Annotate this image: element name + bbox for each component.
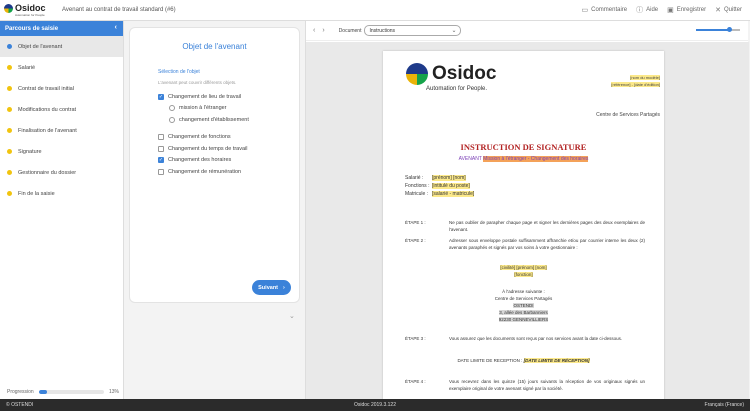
- deadline-line: DATE LIMITE DE RECEPTION : [DATE LIMITE …: [457, 358, 590, 363]
- logo-mark-icon: [4, 3, 13, 13]
- checkbox-checked-icon[interactable]: ✓: [158, 157, 164, 164]
- document-viewer: ‹ › Document Instructions ⌄ Osidoc Autom…: [305, 21, 749, 399]
- model-name-field: [nom du modèle]: [630, 75, 660, 80]
- progress-text: 13%: [108, 389, 119, 395]
- options-list: ✓ Changement de lieu de travail mission à…: [158, 91, 299, 178]
- section-label: Sélection de l'objet: [158, 69, 200, 75]
- step-4: ÉTAPE 4 : Vous recevrez dans les quinze …: [405, 379, 645, 391]
- progress-bar: [38, 390, 104, 394]
- help-icon: ⓘ: [636, 7, 644, 14]
- progress-label: Progression: [7, 389, 34, 395]
- option-lieu-travail[interactable]: ✓ Changement de lieu de travail: [158, 91, 299, 103]
- option-mission-etranger[interactable]: mission à l'étranger: [169, 103, 299, 115]
- comment-button[interactable]: ▭ Commentaire: [581, 6, 627, 14]
- address-block: À l'adresse suivante : Centre de Service…: [494, 289, 553, 322]
- step-2: ÉTAPE 2 : Adresser sous enveloppe postal…: [405, 238, 645, 250]
- viewer-toolbar: ‹ › Document Instructions ⌄: [306, 21, 748, 41]
- employee-fields: Salarié : [prénom] [nom] Fonctions : [inti…: [405, 175, 475, 197]
- document-page: Osidoc Automation for People. [nom du mo…: [383, 51, 664, 399]
- radio-icon[interactable]: [169, 105, 175, 112]
- status-dot-icon: [7, 149, 12, 154]
- footer-version: Osidoc 2019.3.122: [354, 402, 396, 408]
- next-arrow-icon[interactable]: ›: [322, 27, 324, 34]
- comment-icon: ▭: [581, 7, 589, 14]
- prev-arrow-icon[interactable]: ‹: [313, 27, 315, 34]
- sidebar-item-contrat-initial[interactable]: Contrat de travail initial: [0, 78, 123, 99]
- checkbox-icon[interactable]: [158, 168, 164, 175]
- status-dot-icon: [7, 65, 12, 70]
- zoom-handle[interactable]: [726, 27, 732, 32]
- form-panel: Objet de l'avenant Sélection de l'objet …: [129, 27, 300, 303]
- sidebar-item-signature[interactable]: Signature: [0, 141, 123, 162]
- chevron-down-icon: ⌄: [451, 28, 457, 34]
- chevron-down-icon[interactable]: ⌄: [289, 312, 295, 320]
- sidebar-item-objet[interactable]: Objet de l'avenant: [0, 36, 123, 57]
- status-dot-icon: [7, 107, 12, 112]
- document-label: Document: [338, 27, 362, 34]
- step-1: ÉTAPE 1 : Ne pas oublier de parapher cha…: [405, 220, 645, 232]
- top-actions: ▭ Commentaire ⓘ Aide ▣ Enregistrer ✕ Qui…: [572, 5, 742, 15]
- page-brand: Osidoc Automation for People.: [406, 63, 496, 92]
- logo-text: Osidoc: [15, 3, 46, 13]
- status-dot-icon: [7, 191, 12, 196]
- brand-name: Osidoc: [432, 63, 497, 84]
- document-scroll-area[interactable]: Osidoc Automation for People. [nom du mo…: [306, 42, 749, 399]
- checkbox-icon[interactable]: [158, 134, 164, 141]
- exit-icon: ✕: [715, 7, 721, 14]
- brand-logo-icon: [406, 63, 428, 85]
- gestionnaire-block: [civilité] [prénom] [nom] [fonction]: [500, 265, 547, 277]
- sidebar-item-gestionnaire[interactable]: Gestionnaire du dossier: [0, 162, 123, 183]
- sidebar-item-finalisation[interactable]: Finalisation de l'avenant: [0, 120, 123, 141]
- zoom-fill: [696, 29, 729, 31]
- status-dot-icon: [7, 44, 12, 49]
- footer: © OSTENDI Osidoc 2019.3.122 Français (Fr…: [0, 399, 750, 411]
- progress-fill: [38, 390, 48, 394]
- save-icon: ▣: [667, 7, 674, 14]
- option-horaires[interactable]: ✓ Changement des horaires: [158, 155, 299, 167]
- sidebar-item-salarie[interactable]: Salarié: [0, 57, 123, 78]
- save-button[interactable]: ▣ Enregistrer: [667, 6, 706, 14]
- help-button[interactable]: ⓘ Aide: [636, 5, 658, 15]
- zoom-slider[interactable]: [696, 27, 740, 32]
- option-fonctions[interactable]: Changement de fonctions: [158, 132, 299, 144]
- status-dot-icon: [7, 86, 12, 91]
- document-title: Avenant au contrat de travail standard (…: [62, 7, 176, 13]
- page-title: INSTRUCTION DE SIGNATURE: [460, 142, 587, 152]
- checkbox-icon[interactable]: [158, 145, 164, 152]
- option-remuneration[interactable]: Changement de rémunération: [158, 166, 299, 178]
- section-hint: L'avenant peut couvrir différents objets…: [158, 80, 237, 85]
- document-select[interactable]: Instructions ⌄: [364, 25, 462, 36]
- doc-meta: [nom du modèle] [référence] - [date d'éd…: [611, 74, 660, 88]
- status-dot-icon: [7, 170, 12, 175]
- option-changement-etablissement[interactable]: changement d'établissement: [169, 114, 299, 126]
- top-bar: Osidoc Automation for People Avenant au …: [0, 0, 750, 21]
- checkbox-checked-icon[interactable]: ✓: [158, 93, 164, 100]
- chevron-right-icon: ›: [283, 284, 285, 291]
- page-subtitle: AVENANT Mission à l'étranger - Changemen…: [458, 156, 589, 162]
- status-dot-icon: [7, 128, 12, 133]
- collapse-chevron-icon[interactable]: ‹: [115, 24, 117, 31]
- next-button[interactable]: Suivant ›: [252, 280, 291, 295]
- option-temps-travail[interactable]: Changement du temps de travail: [158, 143, 299, 155]
- exit-button[interactable]: ✕ Quitter: [715, 6, 742, 14]
- sidebar-item-fin[interactable]: Fin de la saisie: [0, 183, 123, 204]
- logo-tagline: Automation for People: [15, 13, 45, 17]
- app-logo[interactable]: Osidoc Automation for People: [4, 3, 52, 17]
- sidebar-title: Parcours de saisie: [5, 25, 59, 32]
- brand-tagline: Automation for People.: [426, 86, 488, 92]
- progress: Progression 13%: [7, 389, 119, 395]
- form-title: Objet de l'avenant: [182, 42, 247, 51]
- radio-icon[interactable]: [169, 116, 175, 123]
- sidebar: Parcours de saisie ‹ Objet de l'avenant …: [0, 21, 124, 399]
- sidebar-header: Parcours de saisie ‹: [0, 21, 123, 36]
- sidebar-item-modifications[interactable]: Modifications du contrat: [0, 99, 123, 120]
- step-3: ÉTAPE 3 : Vous assurez que les documents…: [405, 336, 623, 341]
- service-name: Centre de Services Partagés: [596, 112, 660, 118]
- reference-field: [référence] - [date d'édition]: [611, 82, 660, 87]
